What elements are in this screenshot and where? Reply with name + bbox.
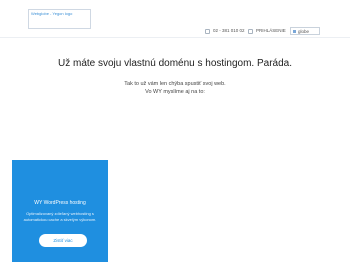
login-link[interactable]: PRIHLÁSENIE [256, 28, 286, 34]
wordpress-hosting-card: WY WordPress hosting Optimalizovaný zdie… [12, 160, 108, 262]
user-icon [248, 29, 253, 34]
flag-icon [293, 30, 296, 33]
card-title: WY WordPress hosting [34, 200, 86, 206]
language-select[interactable]: globe [290, 27, 320, 35]
page-title: Už máte svoju vlastnú doménu s hostingom… [57, 58, 292, 69]
subtitle-line-2: Vo WY myslíme aj na to: [145, 89, 205, 95]
header-divider [0, 37, 350, 38]
language-label: globe [298, 29, 310, 34]
phone-icon [205, 29, 210, 34]
subtitle-line-1: Tak to už vám len chýba spustiť svoj web… [124, 81, 226, 87]
card-description: Optimalizovaný zdieľaný webhosting s aut… [23, 211, 97, 222]
phone-number[interactable]: 02 - 381 010 02 [213, 28, 245, 34]
logo-alt-text[interactable]: Webglobe - Yegon logo [31, 11, 72, 16]
logo[interactable]: Webglobe - Yegon logo [28, 9, 91, 29]
learn-more-button[interactable]: Zistiť viac [39, 234, 87, 247]
